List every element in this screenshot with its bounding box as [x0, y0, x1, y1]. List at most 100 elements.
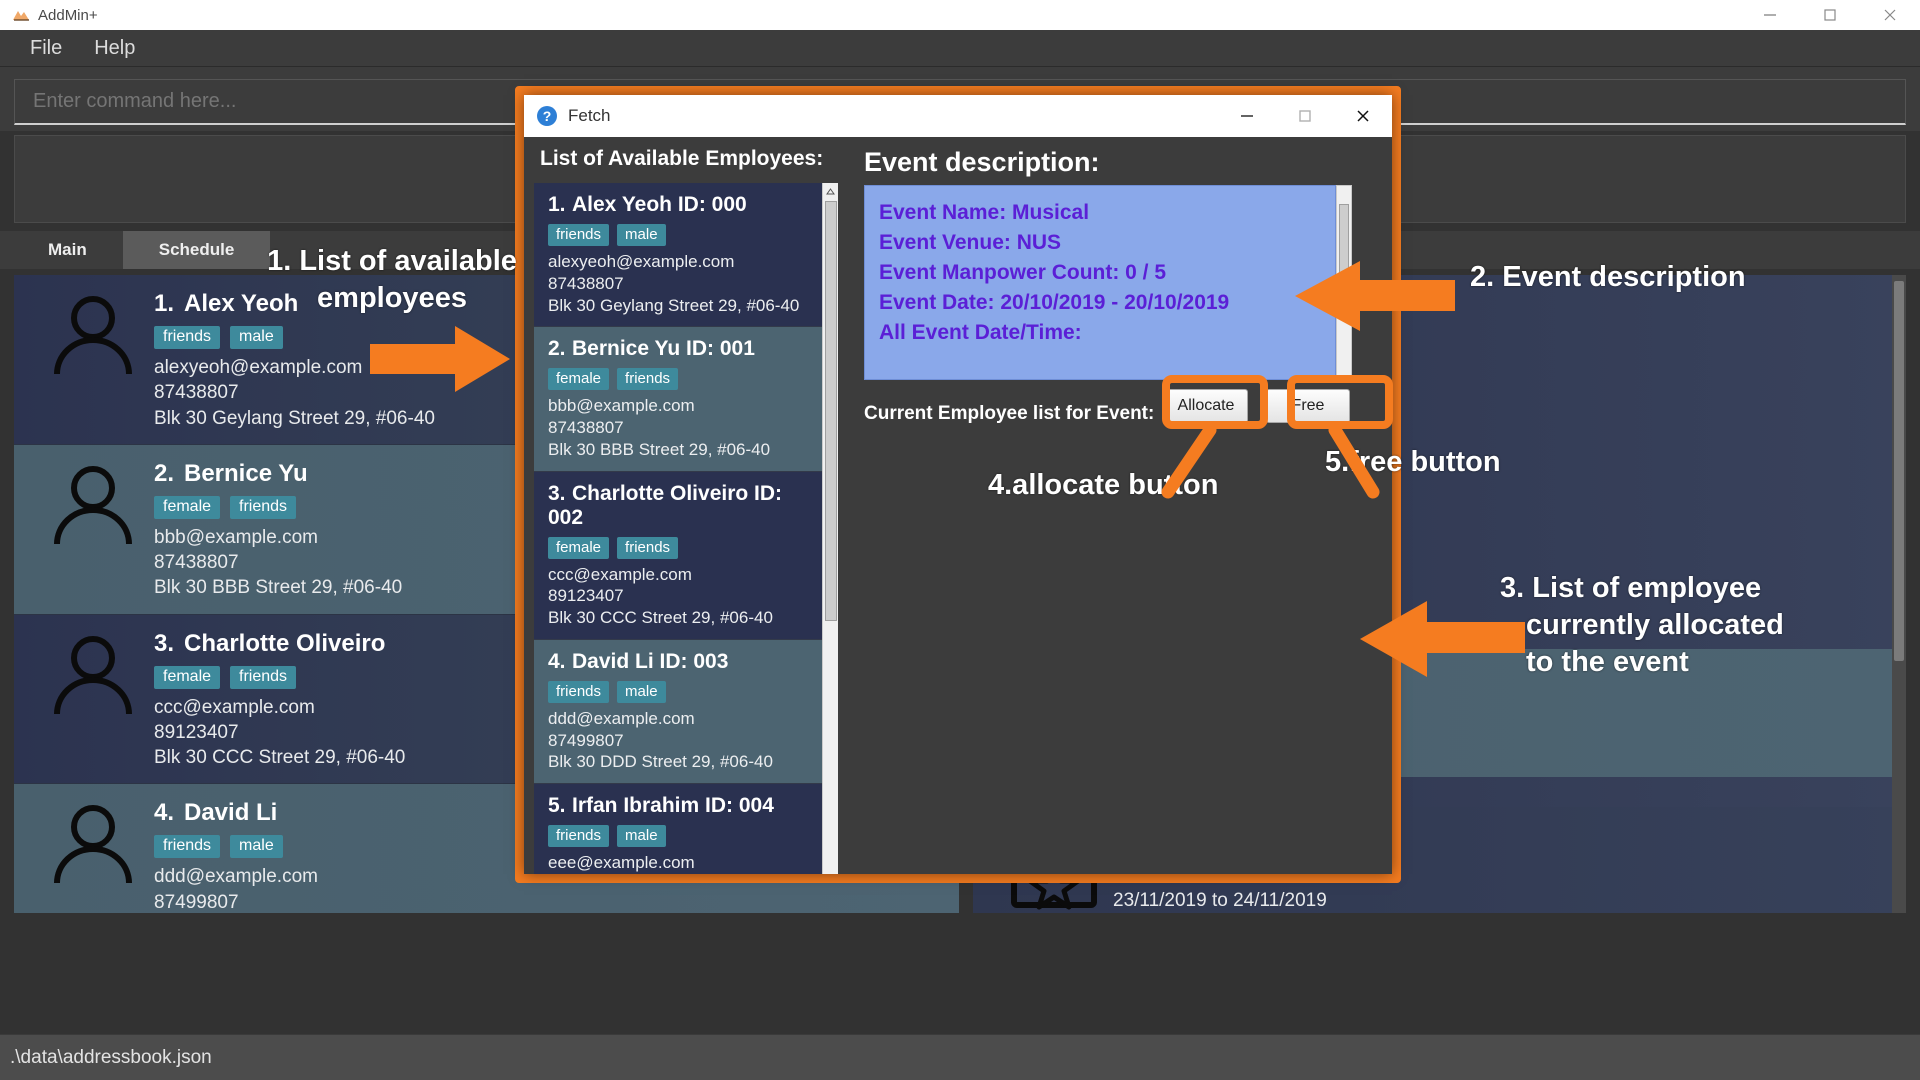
tag: friends — [548, 825, 610, 847]
tag-group: female friends — [548, 536, 822, 559]
person-name: Bernice Yu — [184, 459, 308, 487]
event-dates: 23/11/2019 to 24/11/2019 — [1113, 890, 1327, 911]
tag: friends — [617, 368, 679, 391]
employee-name: Irfan Ibrahim — [572, 794, 700, 817]
list-item[interactable]: 4. David Li ID: 003 friends male ddd@exam… — [534, 639, 822, 784]
event-list-scrollbar[interactable] — [1892, 275, 1906, 913]
callout-label-3-line3: to the event — [1526, 646, 1689, 679]
dialog-minimize-icon[interactable] — [1218, 95, 1276, 137]
tag: male — [617, 224, 666, 246]
tag: male — [230, 835, 283, 859]
available-employees-panel: List of Available Employees: 1. Alex Yeoh… — [524, 137, 842, 874]
status-bar: .\data\addressbook.json — [0, 1034, 1920, 1080]
list-item[interactable]: 2. Bernice Yu ID: 001 female friends bbb@… — [534, 327, 822, 472]
callout-arrow-3 — [1360, 601, 1525, 677]
tag: male — [617, 680, 666, 703]
callout-label-3-line2: currently allocated — [1526, 609, 1784, 642]
avatar — [32, 458, 154, 546]
employee-phone: 89123407 — [548, 586, 624, 606]
tag-group: female friends — [548, 368, 822, 391]
row-index: 1. — [548, 193, 566, 216]
tag-group: friends male — [548, 224, 822, 246]
tag: female — [548, 536, 610, 559]
list-item[interactable]: 1. Alex Yeoh ID: 000 friends male alexyeo… — [534, 183, 822, 328]
event-description-line: All Event Date/Time: — [879, 321, 1082, 345]
list-item[interactable]: 5. Irfan Ibrahim ID: 004 friends male eee… — [534, 784, 822, 874]
employee-address: Blk 30 CCC Street 29, #06-40 — [548, 608, 773, 627]
scrollbar-thumb[interactable] — [1894, 281, 1904, 661]
tag: female — [548, 368, 610, 391]
dialog-window-controls — [1218, 95, 1392, 137]
tag: male — [230, 326, 283, 349]
person-name: Charlotte Oliveiro — [184, 629, 386, 657]
callout-label-1-line2: employees — [317, 282, 467, 315]
svg-text:?: ? — [543, 108, 552, 124]
app-title: AddMin+ — [38, 6, 98, 24]
window-title-bar: AddMin+ — [0, 0, 1920, 30]
tag: friends — [548, 224, 610, 246]
event-description-text[interactable]: Event Name: Musical Event Venue: NUS Eve… — [864, 185, 1336, 380]
callout-label-3-line1: 3. List of employee — [1500, 572, 1762, 604]
callout-label-3: 3. List of employee currently allocated … — [1500, 570, 1784, 681]
tag: friends — [154, 326, 221, 349]
tag: friends — [548, 680, 610, 703]
employee-name: Alex Yeoh — [572, 193, 672, 216]
tag-group: friends male — [548, 825, 822, 847]
list-item[interactable]: 3. Charlotte Oliveiro ID: 002 female frie… — [534, 471, 822, 640]
employee-email: bbb@example.com — [548, 396, 695, 416]
tag: friends — [230, 665, 297, 689]
menu-item-file[interactable]: File — [14, 33, 78, 64]
employee-id: ID: 003 — [659, 649, 729, 673]
callout-label-1: 1. List of available employees — [262, 243, 522, 317]
scroll-up-icon[interactable] — [823, 183, 838, 199]
available-employees-scrollbar[interactable] — [822, 183, 838, 874]
event-description-line: Event Manpower Count: 0 / 5 — [879, 261, 1167, 285]
tab-main[interactable]: Main — [12, 231, 123, 269]
menu-bar: File Help — [0, 30, 1920, 67]
row-index: 2. — [154, 459, 175, 487]
maximize-icon[interactable] — [1800, 0, 1860, 30]
avatar — [32, 797, 154, 885]
row-index: 4. — [154, 799, 175, 827]
employee-name: David Li — [572, 649, 654, 673]
tab-schedule[interactable]: Schedule — [122, 231, 271, 269]
employee-email: ccc@example.com — [548, 564, 692, 584]
dialog-title-bar: ? Fetch — [524, 95, 1392, 137]
tag-group: friends male — [548, 680, 822, 703]
employee-phone: 87499807 — [548, 730, 624, 750]
status-file-path: .\data\addressbook.json — [10, 1046, 212, 1068]
tag: male — [617, 825, 666, 847]
callout-label-1-line1: 1. List of available — [267, 245, 517, 277]
available-employees-list[interactable]: 1. Alex Yeoh ID: 000 friends male alexyeo… — [534, 183, 822, 874]
available-employees-header: List of Available Employees: — [540, 147, 824, 170]
menu-item-help[interactable]: Help — [78, 33, 151, 64]
employee-address: Blk 30 DDD Street 29, #06-40 — [548, 752, 773, 772]
event-description-header: Event description: — [864, 147, 1100, 177]
help-question-icon: ? — [536, 105, 558, 127]
row-index: 1. — [154, 290, 175, 317]
window-controls — [1740, 0, 1920, 30]
dialog-close-icon[interactable] — [1334, 95, 1392, 137]
close-icon[interactable] — [1860, 0, 1920, 30]
dialog-maximize-icon[interactable] — [1276, 95, 1334, 137]
employee-id: ID: 001 — [686, 337, 755, 361]
avatar — [32, 628, 154, 716]
app-logo-icon — [12, 6, 30, 24]
callout-arrow-1 — [370, 326, 510, 392]
employee-id: ID: 000 — [677, 193, 747, 216]
employee-phone: 87438807 — [548, 273, 624, 293]
tag: female — [154, 665, 221, 689]
employee-email: eee@example.com — [548, 853, 695, 872]
tag: female — [154, 495, 221, 519]
tag: friends — [154, 835, 221, 859]
allocate-button-highlight — [1162, 375, 1268, 429]
tag: friends — [617, 536, 679, 559]
row-index: 2. — [548, 337, 566, 361]
employee-phone: 87438807 — [548, 418, 624, 437]
row-index: 3. — [548, 481, 566, 505]
minimize-icon[interactable] — [1740, 0, 1800, 30]
row-index: 4. — [548, 649, 566, 673]
employee-email: ddd@example.com — [548, 708, 695, 728]
employee-id: ID: 004 — [705, 794, 774, 817]
scrollbar-thumb[interactable] — [825, 201, 837, 621]
